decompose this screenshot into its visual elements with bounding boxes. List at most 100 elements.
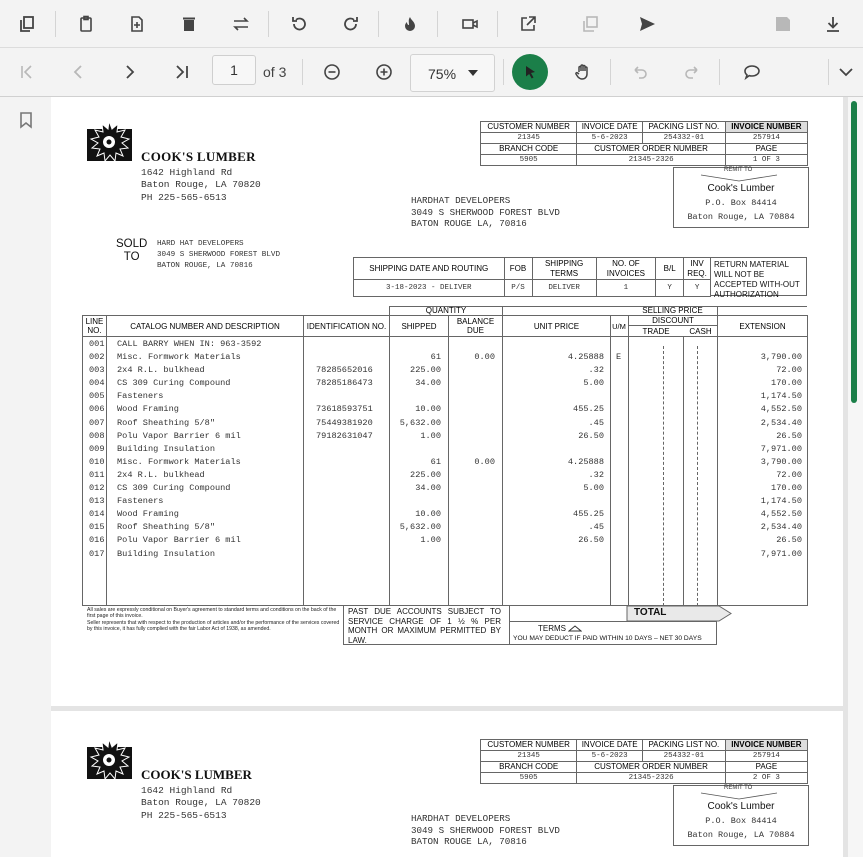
sold-to-address: HARD HAT DEVELOPERS 3049 S SHERWOOD FORES… (157, 240, 281, 270)
page-number-input[interactable]: 1 (212, 55, 256, 85)
line-item-line: 010 (89, 456, 105, 467)
pan-tool-icon[interactable] (568, 57, 598, 87)
next-page-icon[interactable] (115, 57, 145, 87)
line-item-id: 75449381920 (316, 417, 373, 428)
line-item-line: 002 (89, 352, 105, 363)
line-item-line: 005 (89, 391, 105, 402)
document-page-2: COOK'S LUMBER 1642 Highland Rd Baton Roug… (51, 711, 843, 857)
save-icon[interactable] (768, 9, 798, 39)
line-item-balance (449, 548, 495, 561)
line-item-shipped: 5,632.00 (399, 522, 441, 533)
line-item-price (503, 495, 604, 508)
line-item-balance (449, 482, 495, 495)
line-item-line: 016 (89, 535, 105, 546)
company-name-page2: COOK'S LUMBER (141, 767, 252, 782)
line-item-price (503, 338, 604, 351)
zoom-in-icon[interactable] (369, 57, 399, 87)
line-item-line: 001 (89, 339, 105, 349)
vertical-scrollbar[interactable] (848, 97, 863, 857)
company-logo-page2 (87, 739, 132, 779)
line-item-balance (449, 508, 495, 521)
line-item-um (616, 417, 621, 430)
line-item-desc: Building Insulation (117, 443, 215, 454)
line-item-desc: CALL BARRY WHEN IN: 963-3592 (117, 339, 262, 349)
line-item-desc: CS 309 Curing Compound (117, 483, 231, 494)
line-item-id (316, 495, 373, 508)
line-item-id (316, 534, 373, 547)
line-item-price: 5.00 (583, 378, 604, 389)
remit-to-box: REMIT TO Cook's Lumber P.O. Box 84414 Ba… (673, 167, 809, 228)
scrollbar-thumb[interactable] (851, 101, 857, 403)
annotation-redo-icon[interactable] (677, 57, 707, 87)
copy-icon[interactable] (12, 9, 42, 39)
line-item-balance (449, 443, 495, 456)
line-item-balance (449, 534, 495, 547)
comment-icon[interactable] (737, 57, 767, 87)
line-item-um (616, 482, 621, 495)
delete-icon[interactable] (174, 9, 204, 39)
line-item-desc: Polu Vapor Barrier 6 mil (117, 535, 241, 546)
terms-label: TERMS (538, 624, 566, 633)
line-item-shipped: 61 (430, 456, 441, 467)
line-item-line: 017 (89, 548, 105, 559)
send-icon[interactable] (632, 9, 662, 39)
line-item-shipped (390, 390, 441, 403)
invoice-header-table-page2: CUSTOMER NUMBER INVOICE DATE PACKING LIST … (479, 739, 809, 784)
company-address: 1642 Highland Rd Baton Rouge, LA 70820 PH … (141, 167, 261, 203)
zoom-out-icon[interactable] (317, 57, 347, 87)
line-item-line: 013 (89, 496, 105, 507)
undo-icon[interactable] (284, 9, 314, 39)
zoom-select[interactable]: 75% (410, 54, 495, 92)
line-item-id (316, 390, 373, 403)
line-item-ext: 4,552.50 (760, 404, 802, 415)
line-item-id (316, 456, 373, 469)
swap-icon[interactable] (226, 9, 256, 39)
first-page-icon[interactable] (12, 57, 42, 87)
line-item-id (316, 443, 373, 456)
line-item-desc: Roof Sheathing 5/8" (117, 522, 215, 533)
line-item-balance (449, 495, 495, 508)
chevron-down-icon (466, 66, 480, 85)
document-viewer: COOK'S LUMBER 1642 Highland Rd Baton Roug… (51, 97, 848, 857)
line-item-balance: 0.00 (474, 352, 495, 363)
line-item-balance (449, 521, 495, 534)
line-item-um (616, 534, 621, 547)
line-item-um (616, 508, 621, 521)
paste-icon[interactable] (71, 9, 101, 39)
left-sidebar (0, 97, 52, 857)
line-item-desc: Roof Sheathing 5/8" (117, 417, 215, 428)
line-item-shipped: 61 (430, 352, 441, 363)
line-item-shipped: 225.00 (410, 469, 441, 480)
line-item-shipped: 10.00 (415, 404, 441, 415)
previous-page-icon[interactable] (63, 57, 93, 87)
line-item-id (316, 508, 373, 521)
line-item-balance (449, 364, 495, 377)
insert-page-icon[interactable] (122, 9, 152, 39)
line-item-um (616, 338, 621, 351)
line-item-ext: 170.00 (771, 378, 802, 389)
line-item-balance (449, 430, 495, 443)
duplicate-icon[interactable] (575, 9, 605, 39)
annotation-undo-icon[interactable] (625, 57, 655, 87)
line-item-shipped (390, 548, 441, 561)
line-item-price: .32 (588, 365, 604, 376)
line-item-um (616, 456, 621, 469)
line-item-line: 014 (89, 509, 105, 520)
download-icon[interactable] (818, 9, 848, 39)
sold-to-label: SOLD TO (116, 238, 148, 263)
line-item-shipped: 34.00 (415, 483, 441, 494)
line-item-um (616, 469, 621, 482)
bookmark-icon[interactable] (11, 105, 41, 135)
line-item-price: 26.50 (578, 535, 604, 546)
redo-icon[interactable] (336, 9, 366, 39)
company-name: COOK'S LUMBER (141, 149, 256, 164)
open-external-icon[interactable] (513, 9, 543, 39)
line-item-shipped (390, 443, 441, 456)
video-icon[interactable] (455, 9, 485, 39)
last-page-icon[interactable] (167, 57, 197, 87)
burn-icon[interactable] (395, 9, 425, 39)
line-item-line: 006 (89, 404, 105, 415)
line-item-line: 004 (89, 378, 105, 389)
select-tool-button[interactable] (512, 54, 548, 90)
more-chevron-icon[interactable] (831, 57, 861, 87)
